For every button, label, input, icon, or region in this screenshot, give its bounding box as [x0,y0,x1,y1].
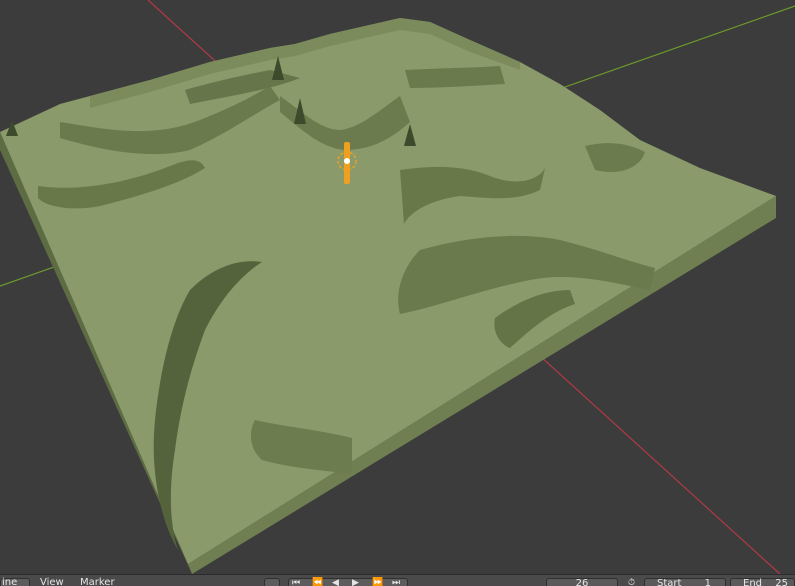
3d-viewport[interactable] [0,0,795,574]
current-frame-field[interactable]: 26 [546,578,618,586]
menu-marker[interactable]: Marker [80,577,115,586]
end-label: End [743,578,763,586]
start-frame-field[interactable]: Start 1 [644,578,726,586]
start-label: Start [657,578,682,586]
stopwatch-icon[interactable]: ⏱ [628,577,635,586]
prev-keyframe-icon[interactable]: ⏪ [312,577,323,586]
jump-start-icon[interactable]: ⏮ [292,577,300,586]
playback-controls[interactable] [288,578,408,586]
end-frame-field[interactable]: End 25 [730,578,795,586]
end-value: 25 [775,578,788,586]
viewport-canvas[interactable] [0,0,795,574]
record-icon[interactable] [264,578,280,586]
jump-end-icon[interactable]: ⏭ [392,577,400,586]
timeline-header[interactable]: ine View Marker ⏮ ⏪ ◀ ▶ ⏩ ⏭ 26 ⏱ Start 1… [0,574,795,586]
editor-type-label: ine [2,577,18,586]
play-icon[interactable]: ▶ [352,577,359,586]
menu-view[interactable]: View [40,577,64,586]
start-value: 1 [704,578,711,586]
play-reverse-icon[interactable]: ◀ [332,577,339,586]
next-keyframe-icon[interactable]: ⏩ [372,577,383,586]
